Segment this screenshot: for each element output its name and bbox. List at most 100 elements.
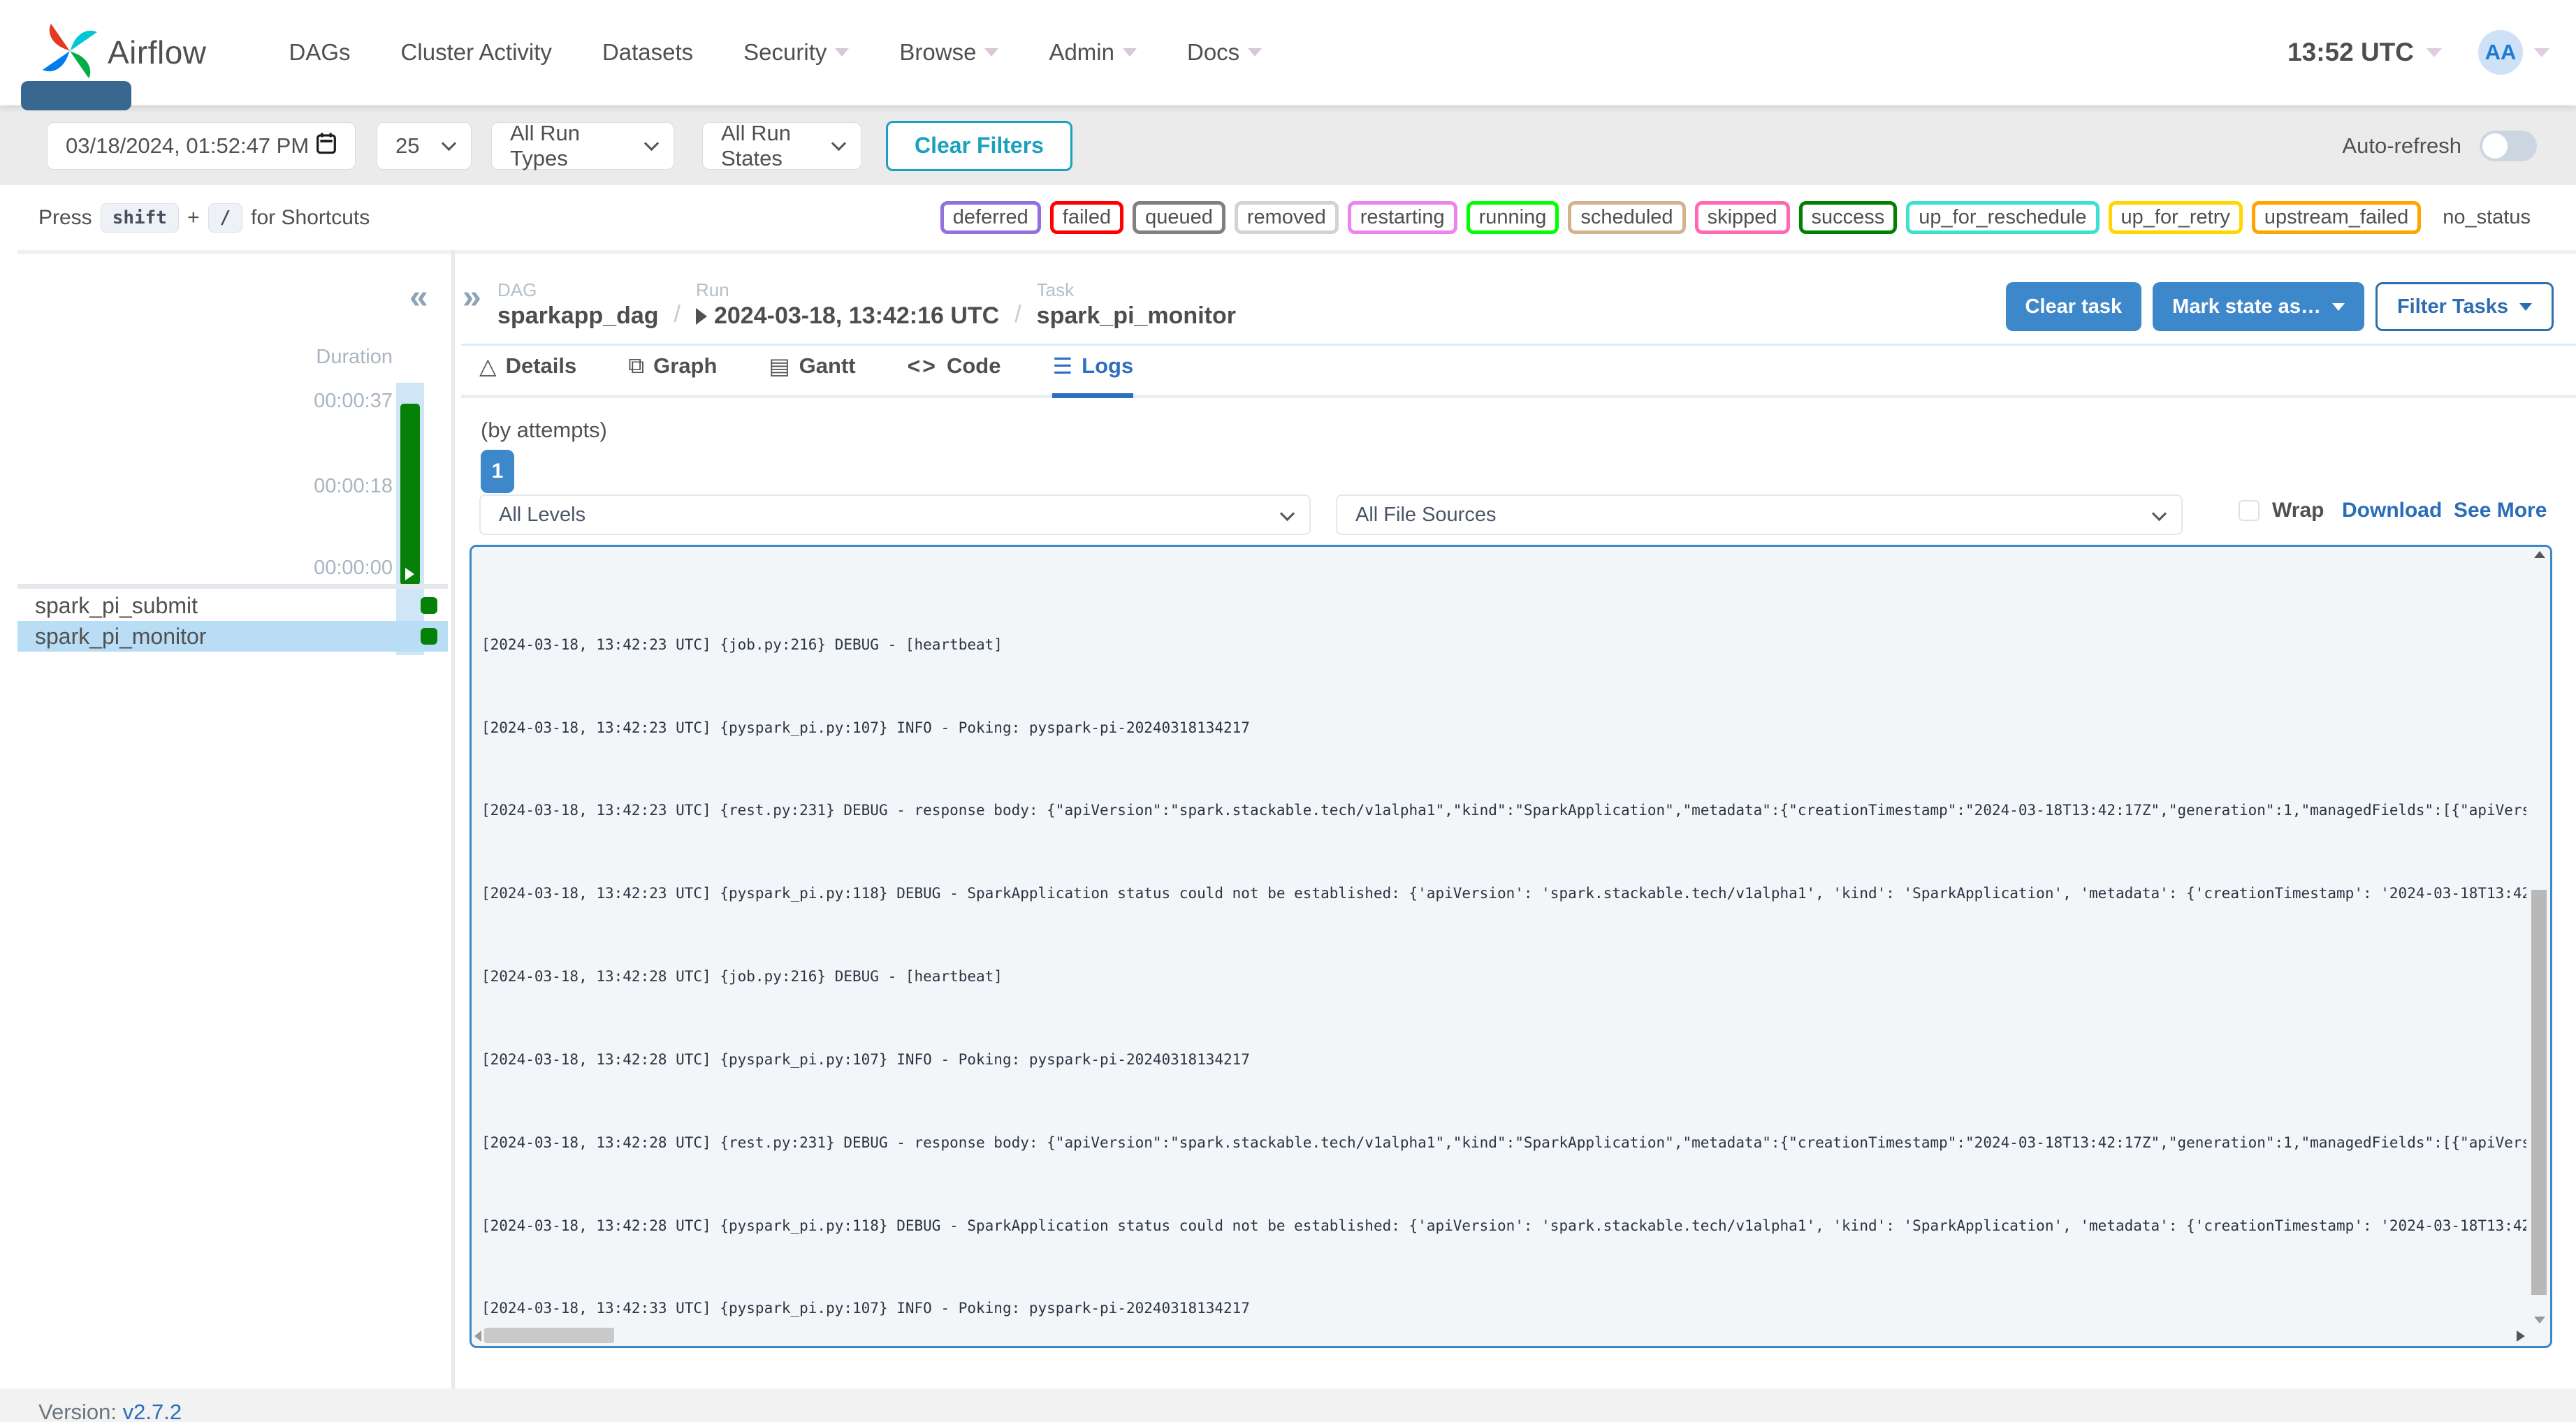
version-link[interactable]: v2.7.2 [123, 1400, 182, 1422]
breadcrumb-task[interactable]: Task spark_pi_monitor [1037, 279, 1236, 330]
nav-menu-item[interactable]: Cluster Activity [401, 39, 552, 66]
see-more-link[interactable]: See More [2454, 499, 2547, 522]
base-date-input[interactable]: 03/18/2024, 01:52:47 PM [47, 122, 356, 170]
auto-refresh-label: Auto-refresh [2342, 133, 2461, 158]
run-states-select[interactable]: All Run States [702, 121, 861, 170]
state-badge[interactable]: removed [1234, 201, 1339, 234]
nav-menu-item[interactable]: Security [743, 39, 850, 66]
state-badge[interactable]: upstream_failed [2251, 201, 2422, 234]
breadcrumb-dag[interactable]: DAG sparkapp_dag [497, 279, 659, 330]
state-badge[interactable]: running [1466, 201, 1559, 234]
play-icon [405, 568, 414, 580]
task-success-square[interactable] [421, 628, 437, 645]
nav-menu-item-label: DAGs [289, 39, 351, 65]
horizontal-scrollbar[interactable] [472, 1326, 2529, 1346]
file-source-select[interactable]: All File Sources [1336, 494, 2183, 535]
airflow-brand[interactable]: Airflow [36, 17, 207, 88]
tab[interactable]: ▤ Gantt [769, 353, 855, 398]
gantt-icon: ▤ [769, 353, 790, 379]
tab[interactable]: △ Details [479, 353, 576, 398]
state-badge[interactable]: queued [1133, 201, 1225, 234]
filter-tasks-label: Filter Tasks [2396, 295, 2508, 318]
nav-menu-item-label: Browse [899, 39, 977, 65]
nav-menu-item[interactable]: Browse [899, 39, 999, 66]
shortcut-hint-press: Press [38, 205, 92, 229]
state-badge[interactable]: success [1798, 201, 1898, 234]
task-list: spark_pi_submit spark_pi_monitor [17, 590, 448, 652]
file-source-value: All File Sources [1355, 503, 1497, 526]
nav-menu-item-label: Admin [1049, 39, 1114, 65]
breadcrumb-separator: / [1014, 301, 1021, 328]
tab-label: Logs [1082, 353, 1134, 378]
scroll-down-arrow-icon[interactable] [2534, 1317, 2545, 1324]
utc-clock[interactable]: 13:52 UTC [2287, 38, 2414, 67]
code-icon: <> [907, 353, 938, 379]
nav-menu: DAGs Cluster Activity Datasets Security [289, 39, 1262, 66]
panel-separator[interactable] [451, 250, 455, 1388]
download-log-link[interactable]: Download [2342, 499, 2442, 522]
run-types-select[interactable]: All Run Types [491, 121, 674, 170]
task-row[interactable]: spark_pi_submit [17, 590, 448, 621]
avatar[interactable]: AA [2478, 30, 2523, 75]
breadcrumb-run[interactable]: Run 2024-03-18, 13:42:16 UTC [695, 279, 1000, 330]
expand-icon[interactable]: » [463, 278, 481, 316]
collapse-grid-icon[interactable]: « [409, 278, 428, 316]
vertical-scrollbar[interactable] [2529, 547, 2550, 1326]
calendar-icon[interactable] [316, 132, 337, 160]
chevron-down-icon [441, 135, 457, 151]
airflow-logo-icon [36, 17, 103, 88]
filter-tasks-button[interactable]: Filter Tasks [2375, 282, 2554, 331]
page-size-select[interactable]: 25 [377, 122, 472, 170]
nav-menu-item[interactable]: DAGs [289, 39, 351, 66]
shortcut-hint-suffix: for Shortcuts [251, 205, 370, 229]
breadcrumb-separator: / [674, 301, 681, 328]
toggle-knob [2482, 133, 2508, 159]
chevron-down-icon [2151, 506, 2167, 522]
slash-key-chip: / [208, 203, 243, 233]
task-row[interactable]: spark_pi_monitor [17, 621, 448, 652]
state-badge[interactable]: no_status [2430, 201, 2543, 234]
tab-label: Gantt [799, 353, 856, 378]
run-duration-bar[interactable] [400, 404, 420, 585]
main-top-divider [17, 250, 2576, 254]
log-viewer: [2024-03-18, 13:42:23 UTC] {job.py:216} … [470, 545, 2552, 1348]
run-id: 2024-03-18, 13:42:16 UTC [713, 302, 1000, 329]
scroll-left-arrow-icon[interactable] [474, 1331, 481, 1342]
tab[interactable]: <> Code [908, 353, 1001, 398]
tab[interactable]: ⧉ Graph [628, 353, 717, 398]
state-badge[interactable]: up_for_retry [2108, 201, 2243, 234]
task-success-square[interactable] [421, 597, 437, 614]
chevron-down-icon [835, 48, 850, 57]
auto-refresh-control: Auto-refresh [2342, 130, 2537, 161]
nav-menu-item[interactable]: Datasets [602, 39, 693, 66]
state-badge[interactable]: deferred [940, 201, 1041, 234]
chevron-down-icon [1279, 506, 1295, 522]
mark-state-label: Mark state as… [2172, 295, 2321, 318]
nav-menu-item[interactable]: Admin [1049, 39, 1137, 66]
auto-refresh-toggle[interactable] [2480, 130, 2537, 161]
navbar-right: 13:52 UTC AA [2287, 30, 2549, 75]
log-level-select[interactable]: All Levels [479, 494, 1311, 535]
state-badge[interactable]: scheduled [1568, 201, 1686, 234]
mark-state-button[interactable]: Mark state as… [2153, 282, 2364, 331]
state-badge[interactable]: skipped [1694, 201, 1790, 234]
clear-task-button[interactable]: Clear task [2005, 282, 2142, 331]
state-badge[interactable]: up_for_reschedule [1906, 201, 2100, 234]
state-badge[interactable]: failed [1049, 201, 1124, 234]
chevron-down-icon [2331, 302, 2345, 311]
attempt-1-button[interactable]: 1 [481, 450, 514, 493]
scroll-right-arrow-icon[interactable] [2517, 1331, 2525, 1342]
tab-label: Code [946, 353, 1001, 378]
vertical-scrollbar-thumb[interactable] [2531, 890, 2547, 1296]
log-level-value: All Levels [499, 503, 586, 526]
scroll-up-arrow-icon[interactable] [2534, 551, 2545, 558]
horizontal-scrollbar-thumb[interactable] [484, 1328, 614, 1343]
wrap-checkbox[interactable] [2239, 500, 2260, 521]
state-badge[interactable]: restarting [1347, 201, 1457, 234]
tab[interactable]: ☰ Logs [1052, 353, 1134, 398]
nav-menu-item-label: Security [743, 39, 827, 65]
log-line: [2024-03-18, 13:42:28 UTC] {rest.py:231}… [481, 1134, 2526, 1151]
nav-menu-item[interactable]: Docs [1187, 39, 1262, 66]
duration-tick: 00:00:00 [314, 557, 393, 579]
clear-filters-button[interactable]: Clear Filters [886, 120, 1072, 171]
